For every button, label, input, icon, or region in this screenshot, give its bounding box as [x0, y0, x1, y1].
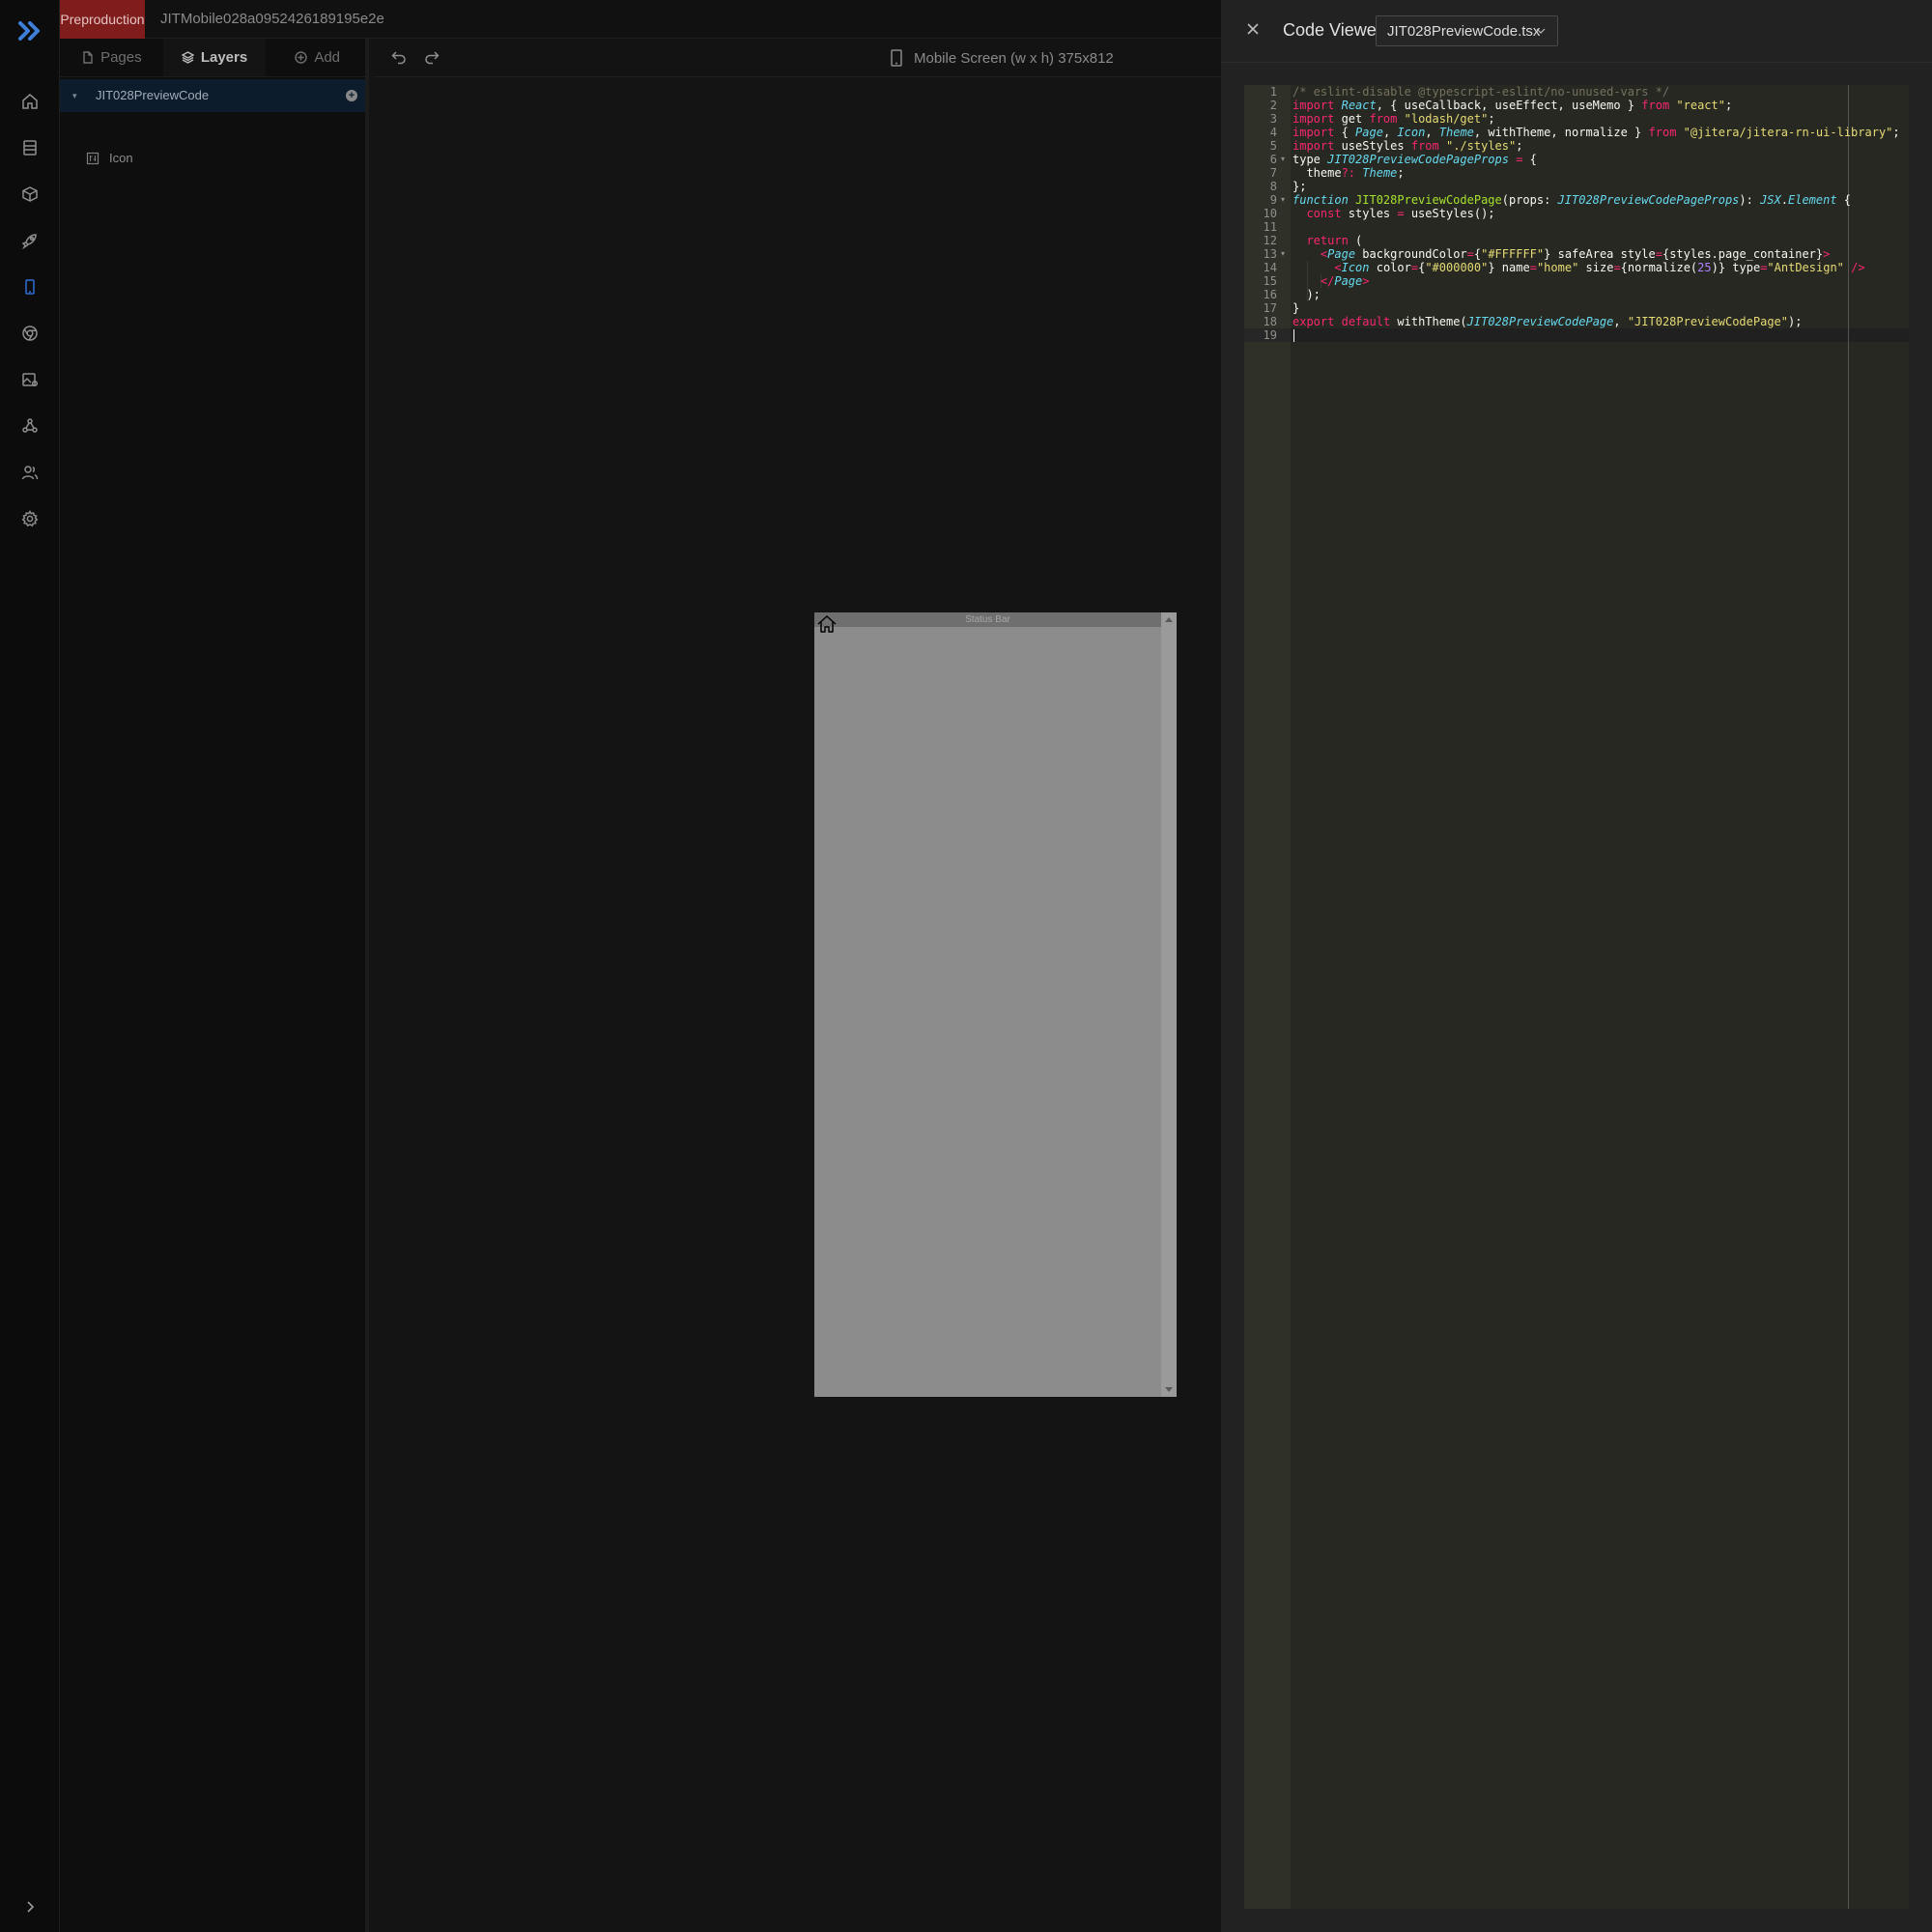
undo-icon[interactable] — [390, 48, 410, 68]
code-line: const styles = useStyles(); — [1306, 207, 1495, 220]
component-icon — [86, 152, 99, 165]
rocket-icon[interactable] — [18, 229, 42, 252]
text-cursor — [1293, 329, 1294, 342]
divider — [1221, 62, 1932, 63]
add-layer-button[interactable]: + — [346, 90, 357, 101]
line-number: 11 — [1263, 220, 1277, 234]
line-number-gutter — [1244, 85, 1291, 1909]
code-line: /* eslint-disable @typescript-eslint/no-… — [1293, 85, 1670, 99]
tab-pages[interactable]: Pages — [60, 39, 163, 76]
tab-add[interactable]: Add — [266, 39, 369, 76]
layers-panel: Pages Layers Add ▾ JIT028PreviewCode + I… — [60, 39, 369, 1932]
code-line: }; — [1293, 180, 1307, 193]
scroll-up-icon[interactable] — [1165, 617, 1173, 622]
home-icon-component[interactable] — [816, 613, 838, 635]
line-number: 4 — [1269, 126, 1277, 139]
line-number: 16 — [1263, 288, 1277, 301]
layer-item-label: Icon — [109, 151, 133, 165]
print-margin — [1848, 85, 1849, 1909]
fold-toggle-icon[interactable]: ▾ — [1281, 193, 1285, 207]
code-line: type JIT028PreviewCodePageProps = { — [1293, 153, 1537, 166]
app-logo-icon[interactable] — [17, 19, 43, 43]
chrome-icon[interactable] — [18, 322, 42, 345]
canvas-toolbar: Mobile Screen (w x h) 375x812 — [373, 39, 1221, 77]
code-line: <Page backgroundColor={"#FFFFFF"} safeAr… — [1320, 247, 1831, 261]
side-rail — [0, 0, 60, 1932]
caret-down-icon[interactable]: ▾ — [72, 91, 80, 100]
mobile-device-icon — [891, 49, 902, 67]
status-bar: Status Bar — [814, 612, 1161, 627]
code-line: <Icon color={"#000000"} name="home" size… — [1334, 261, 1865, 274]
code-line: import useStyles from "./styles"; — [1293, 139, 1523, 153]
layers-icon — [181, 51, 194, 64]
code-line: export default withTheme(JIT028PreviewCo… — [1293, 315, 1803, 328]
chevron-down-icon — [1536, 28, 1546, 34]
line-number: 2 — [1269, 99, 1277, 112]
layer-item-icon[interactable]: Icon — [60, 147, 365, 170]
tab-pages-label: Pages — [100, 49, 142, 66]
line-number: 10 — [1263, 207, 1277, 220]
line-number: 19 — [1263, 328, 1277, 342]
line-number: 12 — [1263, 234, 1277, 247]
screen-size-selector[interactable]: Mobile Screen (w x h) 375x812 — [891, 49, 1114, 67]
layer-tree-root[interactable]: ▾ JIT028PreviewCode + — [60, 79, 365, 112]
line-number: 1 — [1269, 85, 1277, 99]
mobile-icon[interactable] — [18, 275, 42, 298]
line-number: 8 — [1269, 180, 1277, 193]
tab-add-label: Add — [314, 49, 341, 66]
code-line: function JIT028PreviewCodePage(props: JI… — [1293, 193, 1852, 207]
plus-circle-icon — [295, 51, 308, 64]
line-number: 5 — [1269, 139, 1277, 153]
code-line: </Page> — [1320, 274, 1370, 288]
code-editor[interactable]: 1 2 3 4 5 6 7 8 9 10 11 12 13 14 15 16 1… — [1244, 85, 1909, 1909]
tab-layers[interactable]: Layers — [162, 39, 267, 76]
file-select[interactable]: JIT028PreviewCode.tsx — [1376, 15, 1558, 46]
redo-icon[interactable] — [423, 48, 442, 68]
cube-icon[interactable] — [18, 183, 42, 206]
line-number: 18 — [1263, 315, 1277, 328]
project-name: JITMobile028a0952426189195e2e — [160, 11, 384, 27]
line-number: 14 — [1263, 261, 1277, 274]
image-settings-icon[interactable] — [18, 368, 42, 391]
line-number: 3 — [1269, 112, 1277, 126]
preview-scrollbar[interactable] — [1161, 612, 1177, 1397]
layer-root-label: JIT028PreviewCode — [96, 88, 210, 102]
top-bar: Preproduction JITMobile028a0952426189195… — [60, 0, 1221, 39]
app-window: Preproduction JITMobile028a0952426189195… — [0, 0, 1932, 1932]
gear-icon[interactable] — [18, 507, 42, 530]
code-viewer-panel: Code Viewer JIT028PreviewCode.tsx 1 2 3 … — [1221, 0, 1932, 1932]
database-icon[interactable] — [18, 136, 42, 159]
code-line: } — [1293, 301, 1300, 315]
code-line: ); — [1293, 288, 1321, 301]
file-select-value: JIT028PreviewCode.tsx — [1387, 23, 1541, 40]
fold-toggle-icon[interactable]: ▾ — [1281, 247, 1285, 261]
code-line: import get from "lodash/get"; — [1293, 112, 1495, 126]
tab-layers-label: Layers — [200, 49, 248, 66]
close-icon[interactable] — [1245, 21, 1263, 39]
line-number: 15 — [1263, 274, 1277, 288]
line-number: 7 — [1269, 166, 1277, 180]
mobile-screen-preview[interactable]: Status Bar — [814, 612, 1177, 1397]
line-number: 6 — [1269, 153, 1277, 166]
webhook-icon[interactable] — [18, 414, 42, 438]
code-line: import { Page, Icon, Theme, withTheme, n… — [1293, 126, 1900, 139]
line-number: 13 — [1263, 247, 1277, 261]
file-icon — [83, 51, 93, 64]
home-icon[interactable] — [18, 90, 42, 113]
environment-badge[interactable]: Preproduction — [60, 0, 145, 39]
line-number: 9 — [1269, 193, 1277, 207]
line-number: 17 — [1263, 301, 1277, 315]
code-line: return ( — [1306, 234, 1363, 247]
fold-toggle-icon[interactable]: ▾ — [1281, 153, 1285, 166]
screen-size-label: Mobile Screen (w x h) 375x812 — [914, 49, 1114, 67]
code-line: import React, { useCallback, useEffect, … — [1293, 99, 1733, 112]
panel-tabs: Pages Layers Add — [60, 39, 369, 77]
code-line: theme?: Theme; — [1293, 166, 1405, 180]
expand-sidebar-icon[interactable] — [21, 1898, 39, 1916]
users-icon[interactable] — [18, 461, 42, 484]
scroll-down-icon[interactable] — [1165, 1387, 1173, 1392]
code-viewer-title: Code Viewer — [1283, 20, 1382, 40]
active-line-highlight — [1291, 328, 1909, 342]
